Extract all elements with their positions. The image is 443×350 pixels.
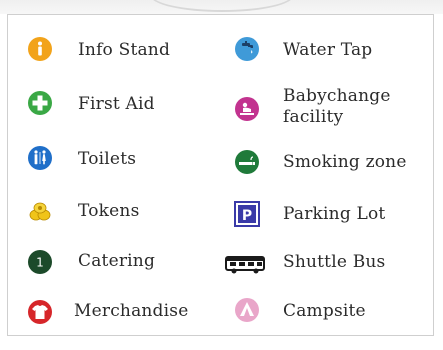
water-tap-icon bbox=[234, 36, 260, 62]
map-legend: Info Stand First Aid Toilets Tokens 1 Ca… bbox=[7, 14, 434, 336]
header-emblem-outline bbox=[150, 0, 294, 12]
smoking-icon bbox=[234, 149, 260, 175]
baby-change-icon bbox=[234, 96, 260, 122]
svg-text:1: 1 bbox=[36, 256, 44, 270]
campsite-icon bbox=[234, 297, 260, 323]
legend-label-campsite: Campsite bbox=[283, 301, 366, 321]
first-aid-icon bbox=[27, 90, 53, 116]
legend-label-catering: Catering bbox=[78, 251, 156, 271]
shuttle-bus-icon bbox=[223, 251, 267, 277]
toilets-icon bbox=[27, 145, 53, 171]
merchandise-icon bbox=[27, 299, 53, 325]
tokens-icon bbox=[27, 198, 53, 224]
catering-icon: 1 bbox=[27, 249, 53, 275]
legend-label-water-tap: Water Tap bbox=[283, 40, 373, 60]
legend-label-parking-lot: Parking Lot bbox=[283, 204, 386, 224]
top-header-strip bbox=[0, 0, 443, 14]
legend-label-first-aid: First Aid bbox=[78, 94, 155, 114]
info-icon bbox=[27, 36, 53, 62]
legend-label-merchandise: Merchandise bbox=[74, 301, 189, 321]
parking-icon: P bbox=[234, 201, 260, 227]
legend-label-toilets: Toilets bbox=[78, 149, 137, 169]
legend-label-shuttle-bus: Shuttle Bus bbox=[283, 252, 386, 272]
svg-text:P: P bbox=[242, 208, 252, 224]
legend-label-tokens: Tokens bbox=[78, 201, 140, 221]
legend-label-smoking-zone: Smoking zone bbox=[283, 152, 407, 172]
legend-label-info-stand: Info Stand bbox=[78, 40, 171, 60]
legend-label-babychange: Babychange facility bbox=[283, 86, 391, 127]
